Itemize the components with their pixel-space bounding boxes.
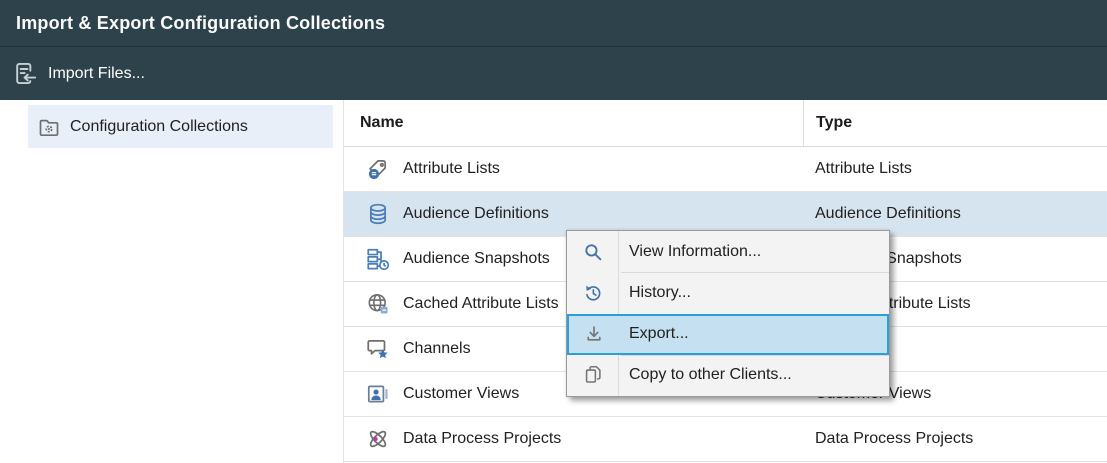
context-menu: View Information... History... Export...… — [566, 230, 890, 397]
table-header: Name Type — [344, 100, 1107, 147]
row-name-label: Data Process Projects — [403, 430, 561, 448]
download-icon — [569, 323, 618, 345]
row-name-label: Customer Views — [403, 385, 519, 403]
row-name-label: Audience Snapshots — [403, 250, 550, 268]
copy-icon — [567, 364, 618, 386]
snapshot-icon — [365, 246, 391, 272]
import-files-icon — [11, 60, 38, 87]
sidebar-item-configuration-collections[interactable]: Configuration Collections — [28, 105, 333, 148]
customer-view-icon — [365, 381, 391, 407]
attribute-tag-icon — [365, 156, 391, 182]
sidebar: Configuration Collections — [0, 100, 344, 463]
menu-item-export[interactable]: Export... — [567, 314, 889, 355]
table-row[interactable]: Data Process Projects Data Process Proje… — [344, 417, 1107, 462]
menu-item-label: View Information... — [618, 243, 761, 261]
menu-item-label: Copy to other Clients... — [618, 366, 792, 384]
column-header-name[interactable]: Name — [344, 100, 803, 146]
channel-star-icon — [365, 336, 391, 362]
menu-item-copy-to-other-clients[interactable]: Copy to other Clients... — [567, 355, 889, 396]
title-bar: Import & Export Configuration Collection… — [0, 0, 1107, 46]
folder-gear-icon — [37, 115, 61, 139]
menu-item-history[interactable]: History... — [567, 272, 889, 313]
row-name-cell: Audience Definitions — [344, 201, 803, 227]
sidebar-item-label: Configuration Collections — [70, 118, 248, 136]
row-name-label: Attribute Lists — [403, 160, 500, 178]
row-name-label: Channels — [403, 340, 471, 358]
database-icon — [365, 201, 391, 227]
data-process-icon — [365, 426, 391, 452]
row-name-label: Cached Attribute Lists — [403, 295, 559, 313]
table-row[interactable]: Attribute Lists Attribute Lists — [344, 147, 1107, 192]
row-type-cell: Data Process Projects — [803, 430, 1107, 448]
import-files-label: Import Files... — [48, 65, 145, 83]
search-icon — [567, 241, 618, 263]
toolbar: Import Files... — [0, 46, 1107, 100]
row-name-cell: Attribute Lists — [344, 156, 803, 182]
history-icon — [567, 282, 618, 304]
globe-tag-icon — [365, 291, 391, 317]
menu-item-label: Export... — [618, 325, 689, 343]
row-type-cell: Audience Definitions — [803, 205, 1107, 223]
menu-item-label: History... — [618, 284, 691, 302]
row-name-label: Audience Definitions — [403, 205, 549, 223]
page-title: Import & Export Configuration Collection… — [16, 13, 385, 34]
menu-item-view-information[interactable]: View Information... — [567, 231, 889, 272]
row-name-cell: Data Process Projects — [344, 426, 803, 452]
import-files-button[interactable]: Import Files... — [11, 60, 145, 87]
row-type-cell: Attribute Lists — [803, 160, 1107, 178]
column-header-type[interactable]: Type — [803, 100, 1107, 146]
